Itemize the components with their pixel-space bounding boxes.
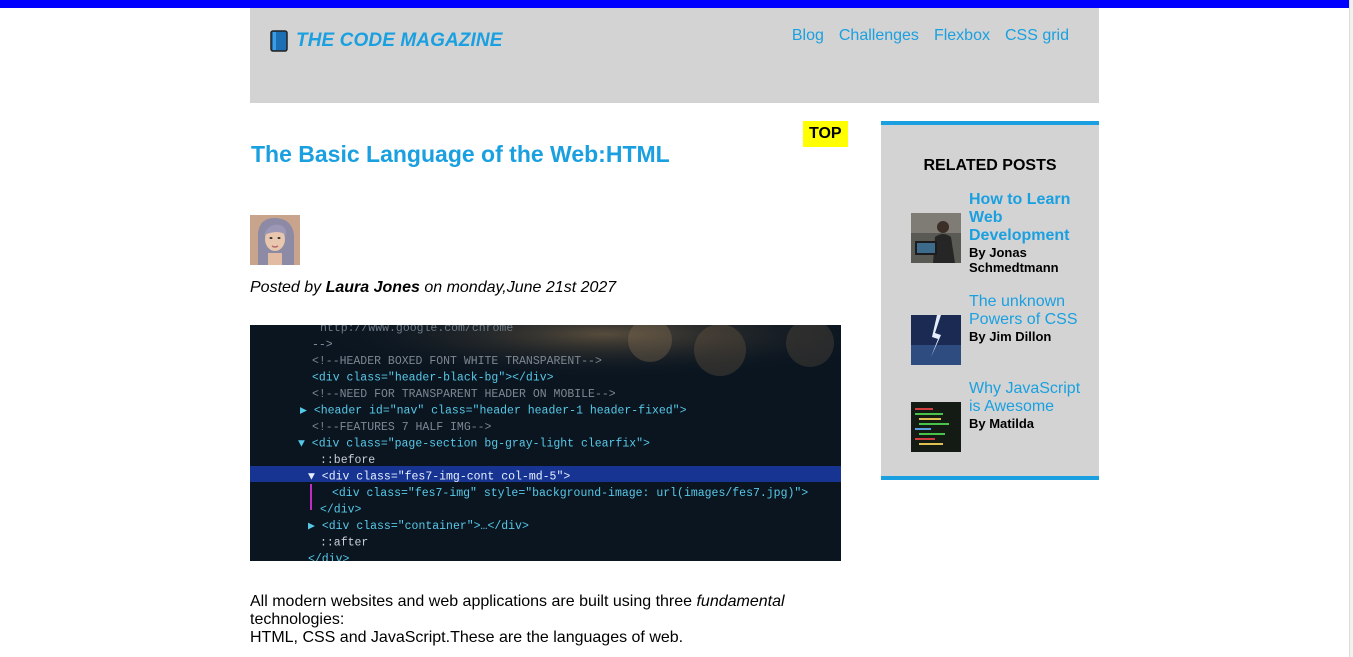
code-line: </div> [308,553,350,561]
author-name: Laura Jones [325,279,420,296]
sidebar-title: RELATED POSTS [923,157,1057,174]
related-post-thumbnail[interactable] [911,315,961,365]
related-post-thumbnail[interactable] [911,402,961,452]
top-accent-bar [0,0,1350,8]
intro-emphasis: fundamental [696,593,785,610]
related-posts-sidebar: RELATED POSTS How to Learn Web Developme… [881,121,1099,480]
code-line: http://www.google.com/chrome [320,325,513,335]
code-line: ▼ <div class="fes7-img-cont col-md-5"> [308,471,570,484]
scrollbar[interactable] [1349,0,1353,657]
posted-prefix: Posted by [250,279,322,296]
post-meta: Posted by Laura Jones on monday,June 21s… [250,279,616,297]
code-line: <div class="fes7-img" style="background-… [332,487,808,500]
related-post-title[interactable]: The unknown Powers of CSS [969,293,1081,329]
code-line: ▼ <div class="page-section bg-gray-light… [298,438,650,451]
logo-text: THE CODE MAGAZINE [296,30,503,51]
nav-link-challenges[interactable]: Challenges [839,27,919,45]
related-post-1: How to Learn Web Development By Jonas Sc… [911,191,1081,275]
code-line: ▶ <div class="container">…</div> [308,520,529,533]
post-title: The Basic Language of the Web:HTML [251,141,670,167]
code-line: ::after [320,537,368,550]
post-date: on monday,June 21st 2027 [424,279,617,296]
code-line: <div class="header-black-bg"></div> [312,372,554,385]
code-line: <!--NEED FOR TRANSPARENT HEADER ON MOBIL… [312,388,616,401]
top-badge: TOP [803,121,848,147]
nav-link-flexbox[interactable]: Flexbox [934,27,990,45]
book-icon [270,30,288,52]
nav-link-blog[interactable]: Blog [792,27,824,45]
logo[interactable]: THE CODE MAGAZINE [270,30,502,52]
intro-text-2: technologies: [250,611,345,628]
related-post-author: By Jonas Schmedtmann [969,245,1059,275]
code-screenshot-image: http://www.google.com/chrome --> <!--HEADE… [250,325,841,561]
code-line: <!--HEADER BOXED FONT WHITE TRANSPARENT-… [312,355,602,368]
site-header: THE CODE MAGAZINE Blog Challenges Flexbo… [250,8,1099,103]
author-avatar [250,215,300,265]
intro-line-2: HTML, CSS and JavaScript.These are the l… [250,629,684,646]
related-post-author: By Jim Dillon [969,329,1052,344]
nav-link-css-grid[interactable]: CSS grid [1005,27,1069,45]
related-post-2: The unknown Powers of CSS By Jim Dillon [911,293,1081,365]
related-post-author: By Matilda [969,416,1035,431]
code-line: --> [312,339,333,352]
code-line: ▶ <header id="nav" class="header header-… [300,405,687,418]
intro-text-1: All modern websites and web applications… [250,593,693,610]
related-post-thumbnail[interactable] [911,213,961,263]
related-post-title[interactable]: How to Learn Web Development [969,191,1081,245]
code-line: </div> [320,504,362,517]
intro-paragraph: All modern websites and web applications… [250,593,810,647]
code-line: <!--FEATURES 7 HALF IMG--> [312,421,492,434]
code-line: ::before [320,454,375,467]
related-post-3: Why JavaScript is Awesome By Matilda [911,380,1081,452]
related-post-title[interactable]: Why JavaScript is Awesome [969,380,1081,416]
main-nav: Blog Challenges Flexbox CSS grid [777,27,1069,45]
